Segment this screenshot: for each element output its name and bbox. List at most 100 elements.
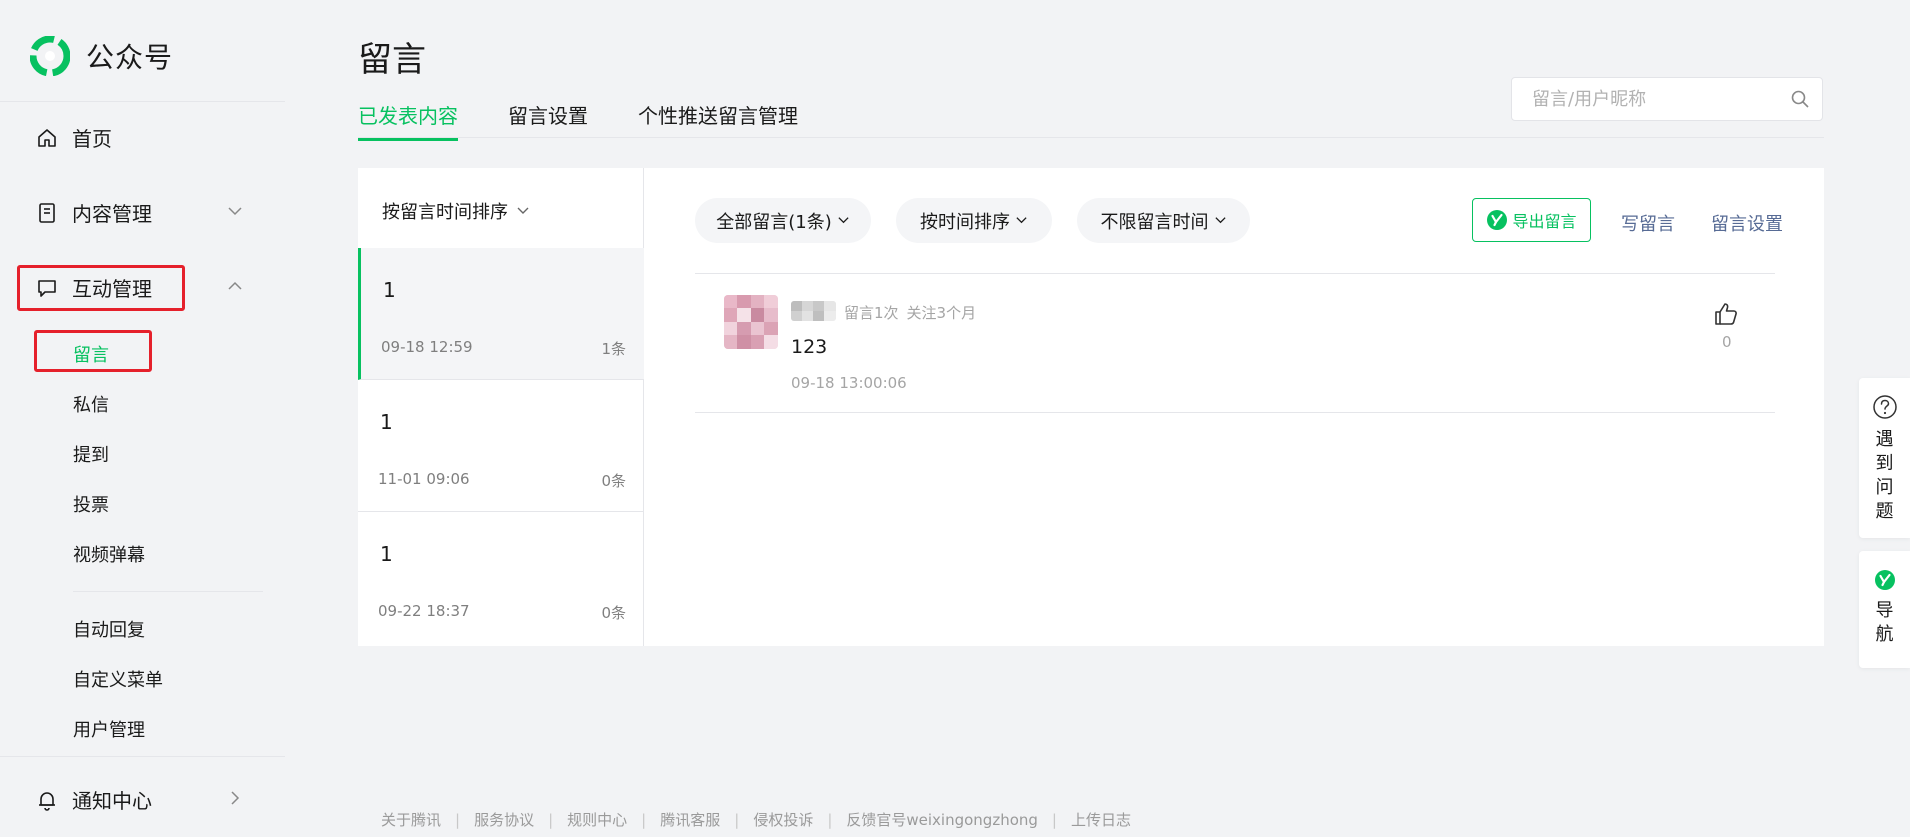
footer-link-customer-service[interactable]: 腾讯客服 xyxy=(660,809,720,830)
nav-content-management[interactable]: 内容管理 xyxy=(36,198,152,227)
footer-link-service-agreement[interactable]: 服务协议 xyxy=(474,809,534,830)
wechat-official-logo-icon xyxy=(30,36,70,76)
divider xyxy=(695,273,1775,274)
divider xyxy=(695,412,1775,413)
chevron-down-icon xyxy=(838,217,849,224)
main-panel: 按留言时间排序 1 09-18 12:59 1条 1 11-01 09:06 0… xyxy=(358,168,1824,646)
write-comment-link[interactable]: 写留言 xyxy=(1621,210,1675,236)
article-item[interactable]: 1 11-01 09:06 0条 xyxy=(358,380,644,512)
article-time: 09-22 18:37 xyxy=(378,602,470,620)
footer-link-rules-center[interactable]: 规则中心 xyxy=(567,809,627,830)
export-comments-label: 导出留言 xyxy=(1512,212,1577,231)
nav-interaction-management[interactable]: 互动管理 xyxy=(36,273,152,302)
footer-link-upload-log[interactable]: 上传日志 xyxy=(1071,809,1131,830)
tab-bar: 已发表内容 留言设置 个性推送留言管理 xyxy=(358,100,848,141)
sidebar-item-votes[interactable]: 投票 xyxy=(73,491,109,517)
chevron-down-icon xyxy=(517,207,529,214)
bell-icon xyxy=(36,789,58,811)
footer-separator: | xyxy=(548,810,554,829)
filter-sort-label: 按时间排序 xyxy=(920,211,1010,233)
thumbs-up-icon[interactable] xyxy=(1712,300,1740,328)
comment-detail: 全部留言(1条) 按时间排序 不限留言时间 导出留言 写留言 留言设置 留言1次… xyxy=(644,168,1824,646)
sidebar-item-messages[interactable]: 私信 xyxy=(73,391,109,417)
help-label: 遇到问题 xyxy=(1875,429,1894,522)
navigation-label: 导航 xyxy=(1875,600,1894,645)
user-nickname-blurred[interactable] xyxy=(791,301,836,321)
export-comments-button[interactable]: 导出留言 xyxy=(1472,198,1591,242)
nav-interaction-label: 互动管理 xyxy=(72,277,152,301)
search-icon[interactable] xyxy=(1790,89,1810,109)
filter-sort-by-time[interactable]: 按时间排序 xyxy=(896,198,1052,243)
footer-separator: | xyxy=(734,810,740,829)
sidebar-item-custom-menu[interactable]: 自定义菜单 xyxy=(73,666,163,692)
chevron-up-icon[interactable] xyxy=(227,278,243,294)
article-comment-count: 1条 xyxy=(601,340,626,358)
home-icon xyxy=(36,127,58,149)
sort-dropdown-label: 按留言时间排序 xyxy=(382,202,508,223)
comment-count-info: 留言1次 xyxy=(844,304,899,322)
chevron-down-icon xyxy=(1214,217,1226,224)
article-title: 1 xyxy=(380,410,393,434)
footer-separator: | xyxy=(641,810,647,829)
chevron-down-icon[interactable] xyxy=(227,203,243,219)
comment-settings-link[interactable]: 留言设置 xyxy=(1711,210,1783,236)
chevron-right-icon[interactable] xyxy=(227,790,243,806)
article-time: 09-18 12:59 xyxy=(381,338,473,356)
brand[interactable]: 公众号 xyxy=(30,36,173,76)
filter-comment-time[interactable]: 不限留言时间 xyxy=(1077,198,1250,243)
sidebar-item-user-management[interactable]: 用户管理 xyxy=(73,716,145,742)
nav-home[interactable]: 首页 xyxy=(36,123,112,152)
article-item[interactable]: 1 09-22 18:37 0条 xyxy=(358,512,644,644)
sidebar-item-video-danmaku[interactable]: 视频弹幕 xyxy=(73,541,145,567)
footer-link-about[interactable]: 关于腾讯 xyxy=(381,809,441,830)
comment-time: 09-18 13:00:06 xyxy=(791,374,907,392)
footer-separator: | xyxy=(455,810,461,829)
divider xyxy=(0,756,285,757)
divider xyxy=(73,591,263,592)
tab-published-content[interactable]: 已发表内容 xyxy=(358,100,458,141)
page-title: 留言 xyxy=(358,40,426,80)
sidebar-item-comments[interactable]: 留言 xyxy=(73,341,109,367)
article-title: 1 xyxy=(383,278,396,302)
question-circle-icon xyxy=(1872,395,1897,419)
sort-dropdown[interactable]: 按留言时间排序 xyxy=(382,198,530,224)
footer-separator: | xyxy=(1051,810,1057,829)
avatar[interactable] xyxy=(724,295,778,349)
article-comment-count: 0条 xyxy=(601,472,626,490)
article-title: 1 xyxy=(380,542,393,566)
chevron-down-icon xyxy=(1016,217,1027,224)
nav-home-label: 首页 xyxy=(72,127,112,151)
sidebar: 公众号 首页 内容管理 互动管理 留言 私信 提到 投票 视频弹幕 自动回复 自… xyxy=(0,0,285,837)
divider xyxy=(358,137,1824,138)
nav-notifications-label: 通知中心 xyxy=(72,789,152,813)
footer-link-feedback[interactable]: 反馈官号weixingongzhong xyxy=(846,809,1038,830)
help-float-button[interactable]: 遇到问题 xyxy=(1859,378,1910,538)
document-icon xyxy=(36,202,58,224)
message-icon xyxy=(36,277,58,299)
like-count: 0 xyxy=(1722,333,1732,351)
sidebar-item-auto-reply[interactable]: 自动回复 xyxy=(73,616,145,642)
follow-duration: 关注3个月 xyxy=(906,304,977,322)
comment-text: 123 xyxy=(791,336,828,358)
navigation-logo-icon xyxy=(1874,570,1895,590)
article-comment-count: 0条 xyxy=(601,604,626,622)
export-logo-icon xyxy=(1487,210,1508,230)
tab-comment-settings[interactable]: 留言设置 xyxy=(508,100,588,139)
nav-notifications[interactable]: 通知中心 xyxy=(36,785,152,814)
comment-meta: 留言1次 关注3个月 xyxy=(844,302,976,323)
footer-separator: | xyxy=(827,810,833,829)
tab-personalized-push-comments[interactable]: 个性推送留言管理 xyxy=(638,100,798,139)
article-item[interactable]: 1 09-18 12:59 1条 xyxy=(358,248,644,380)
nav-content-label: 内容管理 xyxy=(72,202,152,226)
brand-title: 公众号 xyxy=(86,41,174,74)
footer-link-infringement[interactable]: 侵权投诉 xyxy=(753,809,813,830)
article-list: 按留言时间排序 1 09-18 12:59 1条 1 11-01 09:06 0… xyxy=(358,168,644,646)
filter-all-comments[interactable]: 全部留言(1条) xyxy=(695,198,871,243)
filter-all-label: 全部留言(1条) xyxy=(716,211,832,233)
search-input[interactable] xyxy=(1512,78,1782,120)
sidebar-item-mentions[interactable]: 提到 xyxy=(73,441,109,467)
article-time: 11-01 09:06 xyxy=(378,470,470,488)
footer: 关于腾讯 | 服务协议 | 规则中心 | 腾讯客服 | 侵权投诉 | 反馈官号w… xyxy=(381,809,1131,830)
search-box xyxy=(1511,77,1823,121)
navigation-float-button[interactable]: 导航 xyxy=(1859,551,1910,668)
